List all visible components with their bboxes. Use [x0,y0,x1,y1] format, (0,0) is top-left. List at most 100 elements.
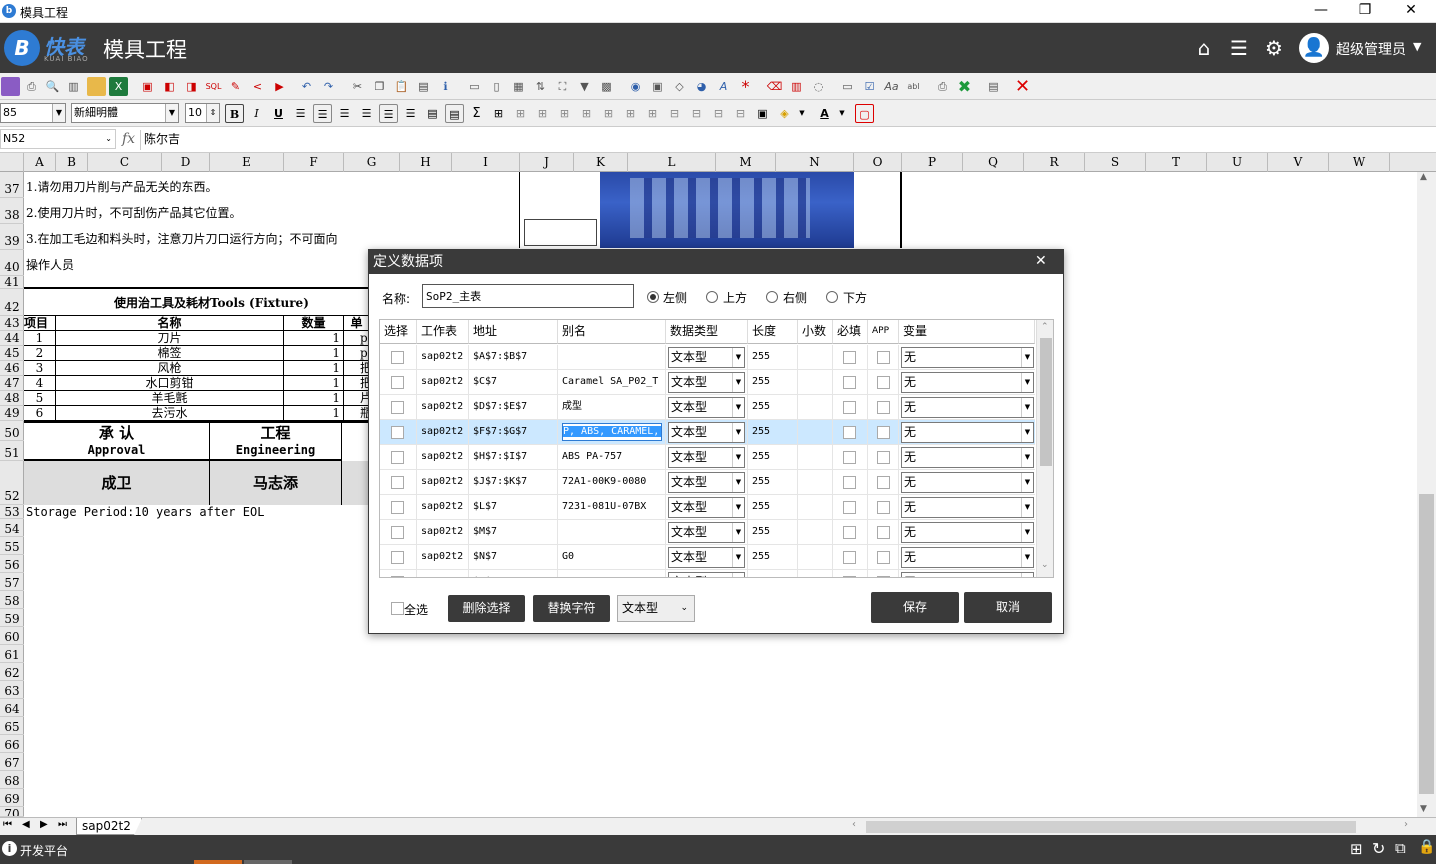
border-8-icon[interactable]: ⊟ [665,104,684,123]
scroll-thumb[interactable] [1419,494,1434,794]
filter-icon[interactable]: ▼ [575,77,594,96]
row-select-checkbox[interactable] [391,351,404,364]
fill-color-icon[interactable]: ◈ [775,104,794,123]
dialog-close-icon[interactable]: ✕ [1035,253,1047,269]
table-row[interactable]: sap02t2 $H$7:$I$7 ABS PA-757 文本型 ▼ 255 无 ▼ [380,445,1035,470]
link-icon[interactable]: ◉ [626,77,645,96]
col-header[interactable]: P [902,153,963,172]
undo-icon[interactable]: ↶ [297,77,316,96]
alias-cell[interactable] [558,520,666,545]
border-9-icon[interactable]: ⊟ [687,104,706,123]
table-row[interactable]: sap02t2 $A$7:$B$7 文本型 ▼ 255 无 ▼ [380,345,1035,370]
app-checkbox[interactable] [877,401,890,414]
required-checkbox[interactable] [843,501,856,514]
datatype-select[interactable]: 文本型 ▼ [668,397,745,418]
font-a-icon[interactable]: A [714,77,733,96]
find-icon[interactable]: ⛶ [553,77,572,96]
close-window-button[interactable]: ✕ [1388,0,1434,23]
required-icon[interactable]: * [736,77,755,96]
eraser-icon[interactable]: ◌ [809,77,828,96]
datatype-select[interactable]: 文本型 ▼ [668,447,745,468]
alias-edit-text[interactable]: P, ABS, CARAMEL, SA [563,426,661,437]
row-header[interactable]: 66 [0,735,24,753]
row-header[interactable]: 41 [0,276,24,289]
row-header[interactable]: 68 [0,771,24,789]
decimal-cell[interactable] [798,495,833,520]
row-header[interactable]: 54 [0,519,24,537]
app-checkbox[interactable] [877,551,890,564]
position-left-label[interactable]: 左侧 [663,289,687,306]
save-button[interactable]: 保存 [871,592,959,623]
decimal-cell[interactable] [798,570,833,577]
decimal-cell[interactable] [798,345,833,370]
alias-cell[interactable]: 成型 [558,395,666,420]
required-checkbox[interactable] [843,376,856,389]
col-header[interactable]: S [1085,153,1146,172]
row-select-checkbox[interactable] [391,401,404,414]
status-tab-active[interactable] [194,860,242,864]
cancel-button[interactable]: 取消 [964,592,1052,623]
length-cell[interactable]: 255 [748,395,798,420]
alias-cell[interactable]: G0 [558,545,666,570]
border-1-icon[interactable]: ⊞ [511,104,530,123]
app-checkbox[interactable] [877,526,890,539]
app-checkbox[interactable] [877,351,890,364]
col-header[interactable]: A [24,153,56,172]
alias-cell[interactable]: P, ABS, CARAMEL, SA [558,420,666,445]
textbox-icon[interactable]: abl [904,77,923,96]
datatype-select[interactable]: 文本型 ▼ [668,422,745,443]
excel-icon[interactable]: X [109,77,128,96]
row-header[interactable]: 47 [0,376,24,391]
border-red-icon[interactable]: ▢ [855,104,874,123]
col-header[interactable]: E [210,153,284,172]
replace-chars-button[interactable]: 替换字符 [533,595,610,622]
col-header[interactable]: F [284,153,344,172]
app-checkbox[interactable] [877,576,890,577]
row-header[interactable]: 43 [0,316,24,331]
required-checkbox[interactable] [843,426,856,439]
row-header[interactable]: 70 [0,807,24,817]
align-top-icon[interactable]: ☰ [357,104,376,123]
select-all-checkbox[interactable] [391,602,404,615]
close-red-icon[interactable]: ✕ [1013,77,1032,96]
paste-format-icon[interactable]: ◨ [182,77,201,96]
bold-button[interactable]: B [225,104,244,123]
required-checkbox[interactable] [843,351,856,364]
table-row[interactable]: sap02t2 $D$7:$E$7 成型 文本型 ▼ 255 无 ▼ [380,395,1035,420]
row-header[interactable]: 53 [0,505,24,519]
sort-icon[interactable]: ⇅ [531,77,550,96]
check-green-icon[interactable]: ✖ [955,77,974,96]
row-select-checkbox[interactable] [391,501,404,514]
row-header[interactable]: 60 [0,627,24,645]
datatype-select[interactable]: 文本型 ▼ [668,472,745,493]
align-bottom-icon[interactable]: ☰ [401,104,420,123]
row-select-checkbox[interactable] [391,426,404,439]
position-top-label[interactable]: 上方 [723,289,747,306]
sheet-tab[interactable]: sap02t2 [76,818,142,835]
decimal-cell[interactable] [798,445,833,470]
required-checkbox[interactable] [843,526,856,539]
select-all-label[interactable]: 全选 [404,601,428,618]
pdf-icon[interactable]: ▣ [138,77,157,96]
save-icon[interactable] [1,77,20,96]
alias-edit-input[interactable]: P, ABS, CARAMEL, SA [562,423,662,441]
hscroll-right-icon[interactable]: › [1404,819,1408,830]
col-header[interactable]: W [1329,153,1390,172]
required-checkbox[interactable] [843,451,856,464]
length-cell[interactable]: 255 [748,520,798,545]
formula-input[interactable]: 陈尔吉 [140,130,1434,150]
col-header[interactable]: U [1207,153,1268,172]
scroll-down-icon[interactable]: ▼ [1420,804,1427,814]
data-icon[interactable]: ▥ [787,77,806,96]
col-header[interactable]: M [716,153,776,172]
border-3-icon[interactable]: ⊞ [555,104,574,123]
insert-col-icon[interactable]: ▯ [487,77,506,96]
underline-button[interactable]: U [269,104,288,123]
align-middle-icon[interactable]: ☰ [379,104,398,123]
table-row[interactable]: sap02t2 $J$7:$K$7 72A1-00K9-0080 文本型 ▼ 255 无 ▼ [380,470,1035,495]
variable-select[interactable]: 无▼ [901,347,1034,368]
col-header[interactable]: O [854,153,902,172]
table-row[interactable]: sap02t2 $L$7 7231-081U-07BX 文本型 ▼ 255 无 ▼ [380,495,1035,520]
copy-icon[interactable]: ❐ [370,77,389,96]
row-header[interactable]: 40 [0,250,24,276]
